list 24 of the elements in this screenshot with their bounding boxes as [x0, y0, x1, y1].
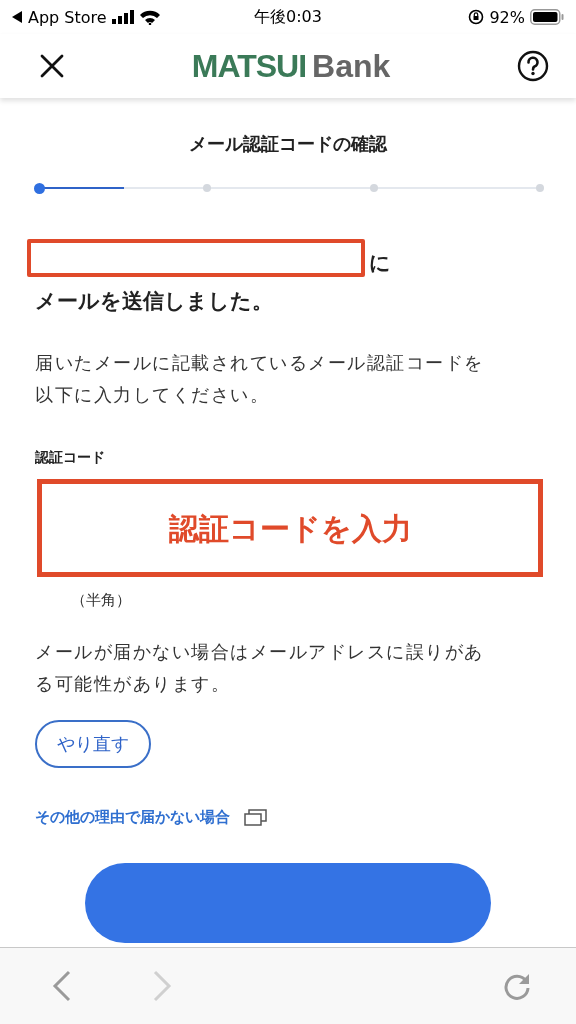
clock: 午後0:03 — [254, 6, 322, 28]
external-window-icon[interactable] — [244, 808, 268, 827]
code-input-field[interactable]: 認証コードを入力 — [37, 479, 543, 577]
retry-button[interactable]: やり直す — [35, 720, 151, 768]
back-app-label[interactable]: App Store — [28, 7, 107, 27]
close-icon[interactable] — [39, 53, 65, 79]
page-title: メール認証コードの確認 — [188, 132, 389, 156]
logo-wordmark: Bank — [312, 47, 391, 85]
field-label: 認証コード — [35, 449, 106, 467]
battery-percent: 92% — [489, 7, 525, 27]
rotation-lock-icon — [468, 9, 485, 25]
signal-icon — [111, 10, 134, 24]
battery-icon — [530, 9, 564, 25]
wifi-icon — [138, 9, 161, 25]
field-note: （半角） — [71, 591, 132, 610]
notice-text: メールが届かない場合はメールアドレスに誤りがある可能性があります。 — [35, 640, 485, 696]
back-triangle-icon[interactable] — [12, 11, 23, 23]
recipient-suffix: に — [369, 250, 391, 277]
help-link[interactable]: その他の理由で届かない場合 — [35, 808, 230, 827]
help-icon[interactable] — [517, 50, 549, 82]
logo-wordmark: MATSUI — [191, 47, 306, 85]
instructions-text: 届いたメールに記載されているメール認証コードを以下に入力してください。 — [35, 351, 485, 407]
sent-message: メールを送信しました。 — [35, 288, 274, 315]
back-icon[interactable] — [52, 970, 72, 1002]
